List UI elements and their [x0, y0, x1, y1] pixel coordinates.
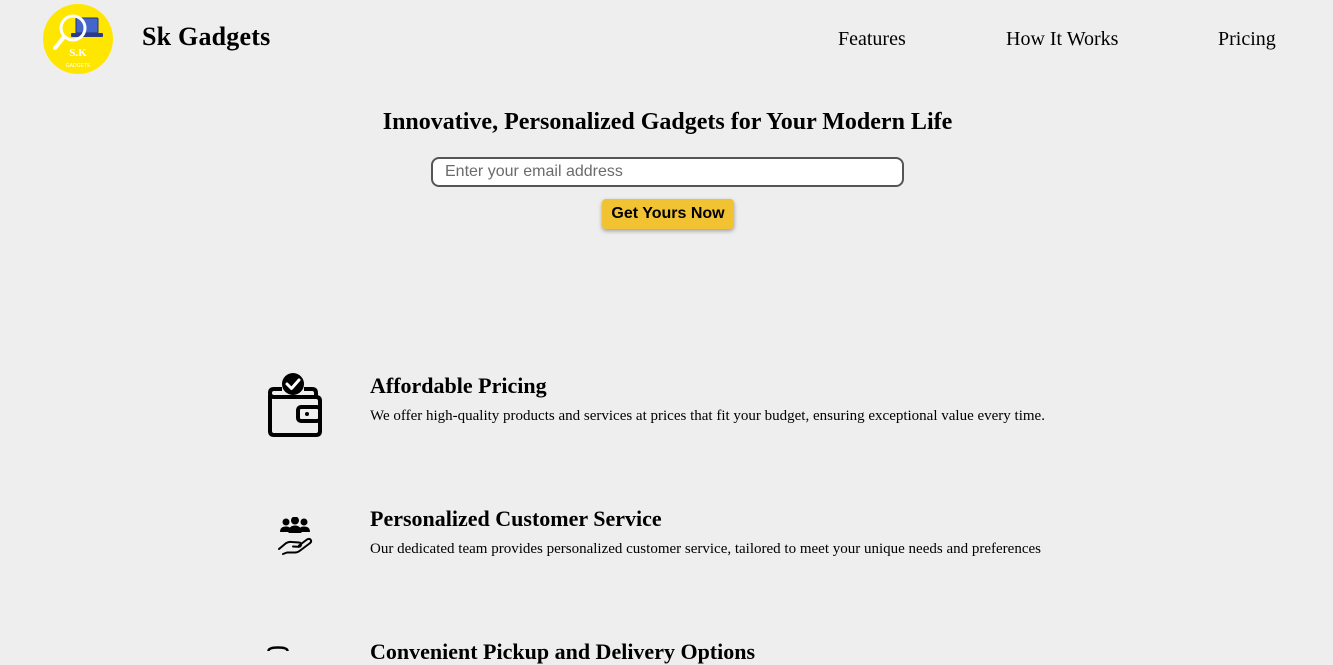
feature-title: Personalized Customer Service — [370, 506, 662, 531]
nav-link-how-it-works[interactable]: How It Works — [1006, 28, 1118, 51]
feature-description: Our dedicated team provides personalized… — [370, 541, 1041, 557]
logo-subtext: GADGETS — [66, 63, 91, 69]
nav-link-pricing[interactable]: Pricing — [1218, 28, 1276, 51]
feature-title: Affordable Pricing — [370, 373, 547, 398]
wallet-check-icon — [268, 373, 322, 437]
site-header: S.K GADGETS Sk Gadgets Features How It W… — [0, 0, 1333, 80]
feature-description: We offer high-quality products and servi… — [370, 408, 1045, 424]
logo-magnifier-laptop-icon: S.K GADGETS — [53, 14, 103, 69]
brand-name: Sk Gadgets — [142, 22, 271, 51]
clock-icon — [267, 646, 289, 651]
feature-title: Convenient Pickup and Delivery Options — [370, 639, 756, 664]
hero-title: Innovative, Personalized Gadgets for You… — [382, 109, 953, 135]
get-yours-now-button[interactable]: Get Yours Now — [602, 199, 734, 229]
logo-text: S.K — [69, 47, 87, 59]
email-input[interactable] — [431, 157, 904, 187]
logo[interactable]: S.K GADGETS — [43, 4, 113, 74]
people-hand-icon — [278, 517, 313, 555]
nav-link-features[interactable]: Features — [838, 28, 906, 51]
